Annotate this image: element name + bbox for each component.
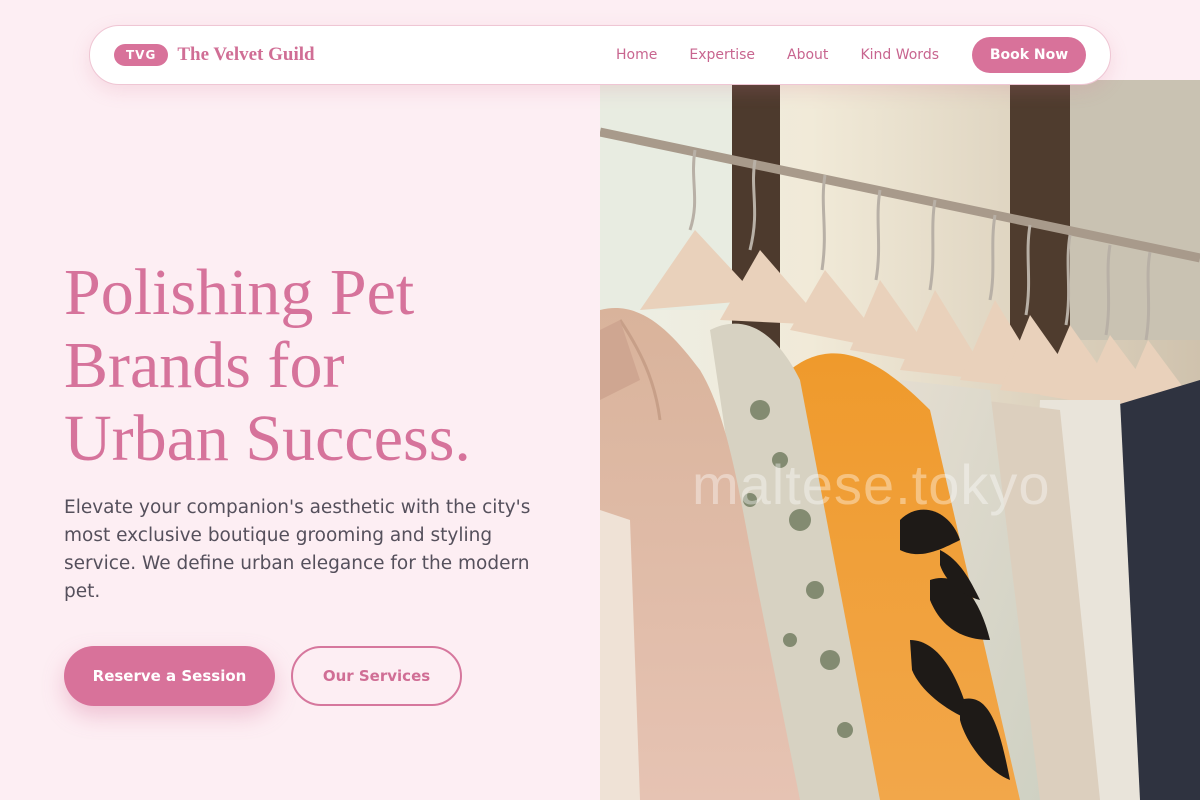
nav-link-kind-words[interactable]: Kind Words [860,47,939,63]
nav-link-expertise[interactable]: Expertise [689,47,755,63]
reserve-session-button[interactable]: Reserve a Session [64,646,275,706]
hero-image: maltese.tokyo [600,80,1200,800]
watermark-text: maltese.tokyo [692,453,1051,516]
brand-name: The Velvet Guild [177,44,315,65]
navbar: TVG The Velvet Guild Home Expertise Abou… [89,25,1111,85]
brand-logo[interactable]: TVG The Velvet Guild [114,44,315,66]
nav-link-home[interactable]: Home [616,47,657,63]
book-now-button[interactable]: Book Now [972,37,1086,73]
nav-link-about[interactable]: About [787,47,828,63]
hero-title-line-1: Polishing Pet [64,256,415,329]
clothing-rack-photo [600,80,1200,800]
our-services-button[interactable]: Our Services [291,646,462,706]
brand-badge: TVG [114,44,169,66]
hero-title-line-2: Brands for [64,329,345,402]
nav-links: Home Expertise About Kind Words Book Now [616,37,1086,73]
hero-description: Elevate your companion's aesthetic with … [64,497,531,602]
hero-title-line-3: Urban Success. [64,402,471,475]
hero-title: Polishing Pet Brands for Urban Success. [64,256,584,475]
